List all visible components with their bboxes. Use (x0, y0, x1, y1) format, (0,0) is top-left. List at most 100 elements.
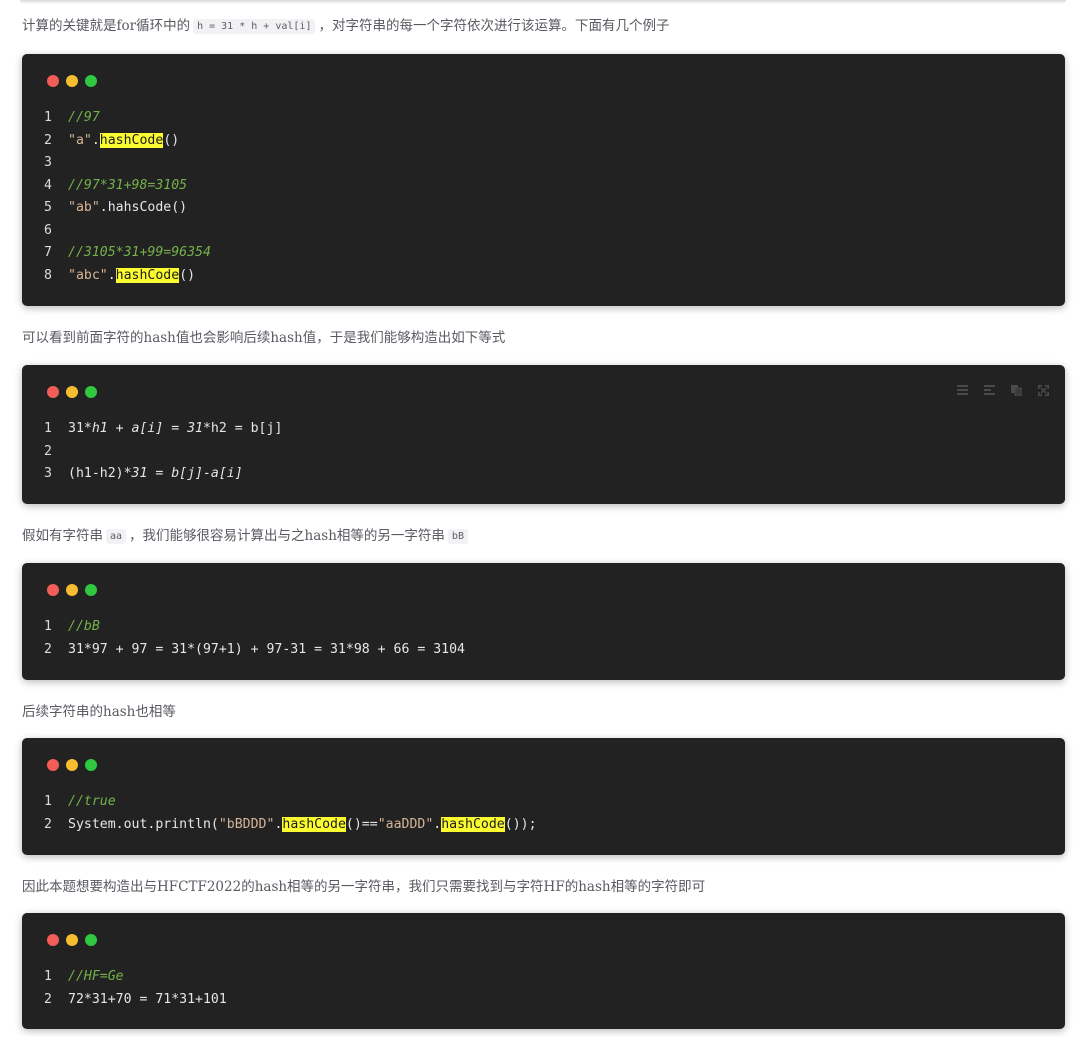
fullscreen-icon[interactable] (1037, 384, 1049, 396)
previous-block-edge (20, 0, 1066, 4)
inline-code: aa (106, 529, 127, 544)
line-number: 3 (44, 466, 52, 481)
line-number: 4 (44, 177, 52, 193)
code-text: .hahsCode() (99, 200, 188, 215)
code-line: 8 "abc".hashCode() (44, 265, 211, 288)
search-highlight: hashCode (441, 816, 505, 832)
code-line: 1 31*h1 + a[i] = 31*h2 = b[j] (44, 418, 282, 441)
code-italic: *31 = b[j]-a[i] (123, 466, 243, 481)
line-number: 1 (44, 794, 52, 809)
code-italic: *h1 + a[i] = 31 (83, 421, 203, 436)
code-string: "aaDDD" (377, 816, 434, 832)
code-comment: //3105*31+99=96354 (68, 245, 211, 260)
red-dot-icon (47, 75, 59, 87)
code-line: 4 //97*31+98=3105 (44, 175, 211, 198)
line-number: 8 (44, 267, 52, 283)
code-lines: 1 //HF=Ge 2 72*31+70 = 71*31+101 (44, 966, 227, 1011)
line-number: 2 (44, 991, 52, 1007)
inline-code: bB (447, 529, 468, 544)
line-number: 2 (44, 641, 52, 657)
code-line: 1 //bB (44, 616, 465, 639)
line-number: 7 (44, 245, 52, 260)
line-number: 1 (44, 110, 52, 125)
paragraph-text: 假如有字符串 (22, 528, 103, 544)
yellow-dot-icon (66, 386, 78, 398)
paragraph-text: ，对字符串的每一个字符依次进行该运算。下面有几个例子 (318, 18, 670, 34)
code-text: 31*97 + 97 = 31*(97+1) + 97-31 = 31*98 +… (68, 641, 465, 657)
paragraph-text: ，我们能够很容易计算出与之hash相等的另一字符串 (129, 528, 445, 544)
code-line: 5 "ab".hahsCode() (44, 197, 211, 220)
code-comment: //true (68, 794, 116, 809)
yellow-dot-icon (66, 759, 78, 771)
search-highlight: hashCode (282, 816, 346, 832)
code-text: System.out.println( (68, 816, 219, 832)
code-block-hf-ge: 1 //HF=Ge 2 72*31+70 = 71*31+101 (22, 913, 1065, 1029)
code-line: 3 (44, 152, 211, 175)
paragraph-text: 计算的关键就是for循环中的 (22, 18, 191, 34)
code-text: 31 (68, 421, 84, 436)
line-number: 3 (44, 155, 52, 170)
copy-icon[interactable] (1010, 384, 1022, 396)
code-text: () (179, 267, 196, 283)
code-lines: 1 31*h1 + a[i] = 31*h2 = b[j] 2 3 (h1-h2)*… (44, 418, 282, 486)
code-string: "ab" (68, 200, 100, 215)
list-icon[interactable] (956, 384, 968, 396)
line-number: 2 (44, 816, 52, 832)
code-lines: 1//97 2 "a".hashCode() 3 4//97*31+98=3105… (44, 107, 211, 287)
code-dot: . (107, 267, 116, 283)
search-highlight: hashCode (99, 132, 164, 148)
code-line: 1 //HF=Ge (44, 966, 227, 989)
code-text: ()); (504, 816, 537, 832)
code-line: 3 (h1-h2)*31 = b[j]-a[i] (44, 463, 282, 486)
code-block-println: 1//true 2 System.out.println("bBDDD".hash… (22, 738, 1065, 855)
code-text: ()== (345, 816, 378, 832)
code-line: 2 "a".hashCode() (44, 130, 211, 153)
code-block-equation: 1 31*h1 + a[i] = 31*h2 = b[j] 2 3 (h1-h2)*… (22, 365, 1065, 504)
green-dot-icon (85, 759, 97, 771)
inline-code: h = 31 * h + val[i] (193, 19, 316, 34)
code-string: "bBDDD" (218, 816, 275, 832)
code-text: 72*31+70 = 71*31+101 (68, 991, 227, 1007)
paragraph-equation-intro: 可以看到前面字符的hash值也会影响后续hash值，于是我们能够构造出如下等式 (22, 330, 506, 346)
code-line: 2 31*97 + 97 = 31*(97+1) + 97-31 = 31*98 … (44, 639, 465, 662)
code-string: "a" (68, 132, 92, 148)
code-lines: 1 //bB 2 31*97 + 97 = 31*(97+1) + 97-31 = … (44, 616, 465, 661)
code-text: (h1-h2) (68, 466, 124, 481)
green-dot-icon (85, 934, 97, 946)
code-comment: //97 (68, 110, 100, 125)
green-dot-icon (85, 584, 97, 596)
code-line: 2 System.out.println("bBDDD".hashCode()==… (44, 814, 537, 837)
green-dot-icon (85, 386, 97, 398)
code-comment: //97*31+98=3105 (68, 177, 188, 193)
align-icon[interactable] (983, 384, 995, 396)
red-dot-icon (47, 934, 59, 946)
code-line: 6 (44, 220, 211, 243)
line-number: 1 (44, 969, 52, 984)
code-comment: //HF=Ge (68, 969, 124, 984)
line-number: 1 (44, 619, 52, 634)
code-line: 1 //97 (44, 107, 211, 130)
line-number: 1 (44, 421, 52, 436)
yellow-dot-icon (66, 934, 78, 946)
green-dot-icon (85, 75, 97, 87)
code-line: 1 //true (44, 791, 537, 814)
code-lines: 1//true 2 System.out.println("bBDDD".hash… (44, 791, 537, 836)
line-number: 2 (44, 132, 52, 148)
yellow-dot-icon (66, 75, 78, 87)
paragraph-suffix-equal: 后续字符串的hash也相等 (22, 704, 176, 720)
line-number: 2 (44, 443, 52, 459)
code-line: 2 72*31+70 = 71*31+101 (44, 989, 227, 1012)
code-line: 2 (44, 441, 282, 464)
search-highlight: hashCode (115, 267, 180, 283)
line-number: 5 (44, 200, 52, 215)
red-dot-icon (47, 759, 59, 771)
paragraph-hash-loop: 计算的关键就是for循环中的 h = 31 * h + val[i] ，对字符串的每… (22, 16, 669, 38)
code-text: () (163, 132, 180, 148)
line-number: 6 (44, 222, 52, 238)
paragraph-aa-bb: 假如有字符串 aa ，我们能够很容易计算出与之hash相等的另一字符串 bB (22, 526, 471, 548)
yellow-dot-icon (66, 584, 78, 596)
code-line: 7 //3105*31+99=96354 (44, 242, 211, 265)
red-dot-icon (47, 386, 59, 398)
code-block-hashcode-examples: 1//97 2 "a".hashCode() 3 4//97*31+98=3105… (22, 54, 1065, 306)
red-dot-icon (47, 584, 59, 596)
